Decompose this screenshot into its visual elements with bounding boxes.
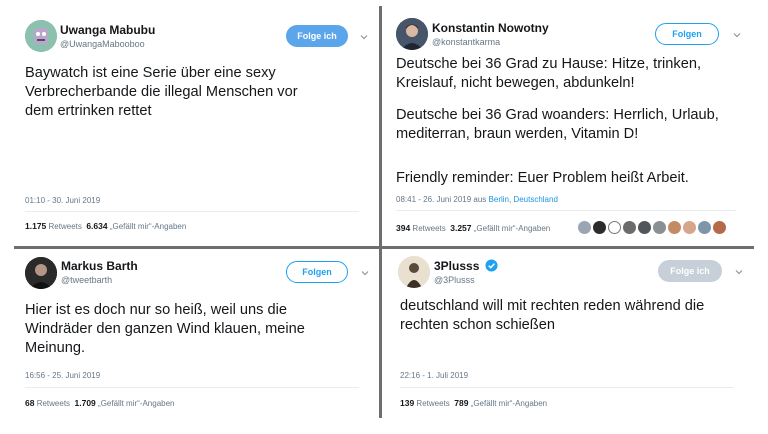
tweet-card: 3Plusss @3Plusss Folge ich deutschland w… [382,249,768,434]
retweet-count[interactable]: 68 [25,398,34,408]
separator [25,387,359,388]
chevron-down-icon[interactable] [359,32,369,42]
user-handle[interactable]: @UwangaMabooboo [60,39,145,49]
tweet-card: Uwanga Mabubu @UwangaMabooboo Folge ich … [0,0,378,245]
tweet-text-paragraph-2: Deutsche bei 36 Grad woanders: Herrlich,… [396,107,719,142]
tweet-text-paragraph-1: Deutsche bei 36 Grad zu Hause: Hitze, tr… [396,56,702,91]
tweet-timestamp[interactable]: 16:56 - 25. Juni 2019 [25,371,100,380]
avatar-image [25,257,57,289]
like-count[interactable]: 6.634 [86,221,107,231]
timestamp-text[interactable]: 08:41 - 26. Juni 2019 aus [396,195,486,204]
like-count[interactable]: 1.709 [75,398,96,408]
tweet-text: Baywatch ist eine Serie über eine sexy V… [25,65,298,119]
location-link[interactable]: Berlin, Deutschland [489,195,558,204]
separator [400,387,734,388]
avatar[interactable] [25,20,57,52]
display-name[interactable]: Markus Barth [61,259,138,273]
tweet-card: Markus Barth @tweetbarth Folgen Hier ist… [0,249,378,434]
tweet-text: deutschland will mit rechten reden währe… [400,298,705,333]
following-button[interactable]: Folge ich [286,25,348,47]
liker-avatar[interactable] [638,221,651,234]
separator [396,210,736,211]
avatar[interactable] [396,18,428,50]
user-handle[interactable]: @konstantkarma [432,37,500,47]
chevron-down-icon[interactable] [732,30,742,40]
avatar-image [398,256,430,288]
liker-avatar[interactable] [653,221,666,234]
tweet-stats: 394 Retweets 3.257 „Gefällt mir“-Angaben [396,223,550,233]
likes-label[interactable]: „Gefällt mir“-Angaben [471,399,547,408]
liker-avatars [578,221,726,234]
user-handle[interactable]: @3Plusss [434,275,475,285]
tweet-timestamp[interactable]: 01:10 - 30. Juni 2019 [25,196,100,205]
liker-avatar[interactable] [578,221,591,234]
retweet-count[interactable]: 394 [396,223,410,233]
likes-label[interactable]: „Gefällt mir“-Angaben [474,224,550,233]
tweet-timestamp[interactable]: 22:16 - 1. Juli 2019 [400,371,468,380]
liker-avatar[interactable] [713,221,726,234]
likes-label[interactable]: „Gefällt mir“-Angaben [98,399,174,408]
display-name[interactable]: 3Plusss [434,259,479,273]
tweet-text-paragraph-3: Friendly reminder: Euer Problem heißt Ar… [396,170,689,186]
retweets-label[interactable]: Retweets [412,224,445,233]
liker-avatar[interactable] [683,221,696,234]
like-count[interactable]: 789 [454,398,468,408]
retweets-label[interactable]: Retweets [416,399,449,408]
display-name[interactable]: Uwanga Mabubu [60,23,155,37]
liker-avatar[interactable] [608,221,621,234]
liker-avatar[interactable] [698,221,711,234]
following-button[interactable]: Folge ich [658,260,722,282]
avatar[interactable] [398,256,430,288]
liker-avatar[interactable] [593,221,606,234]
tweet-stats: 1.175 Retweets 6.634 „Gefällt mir“-Angab… [25,221,186,231]
avatar-image [396,18,428,50]
tweet-timestamp: 08:41 - 26. Juni 2019 aus Berlin, Deutsc… [396,195,558,204]
tweet-stats: 139 Retweets 789 „Gefällt mir“-Angaben [400,398,547,408]
chevron-down-icon[interactable] [734,267,744,277]
tweet-stats: 68 Retweets 1.709 „Gefällt mir“-Angaben [25,398,175,408]
likes-label[interactable]: „Gefällt mir“-Angaben [110,222,186,231]
avatar-image [25,20,57,52]
retweet-count[interactable]: 1.175 [25,221,46,231]
retweet-count[interactable]: 139 [400,398,414,408]
display-name[interactable]: Konstantin Nowotny [432,21,549,35]
verified-badge-icon [485,259,498,272]
follow-button[interactable]: Folgen [286,261,348,283]
tweet-text: Hier ist es doch nur so heiß, weil uns d… [25,302,305,356]
liker-avatar[interactable] [668,221,681,234]
chevron-down-icon[interactable] [360,268,370,278]
follow-button[interactable]: Folgen [655,23,719,45]
avatar[interactable] [25,257,57,289]
retweets-label[interactable]: Retweets [37,399,70,408]
tweet-card: Konstantin Nowotny @konstantkarma Folgen… [382,0,768,245]
like-count[interactable]: 3.257 [450,223,471,233]
retweets-label[interactable]: Retweets [49,222,82,231]
separator [25,211,359,212]
user-handle[interactable]: @tweetbarth [61,275,112,285]
liker-avatar[interactable] [623,221,636,234]
